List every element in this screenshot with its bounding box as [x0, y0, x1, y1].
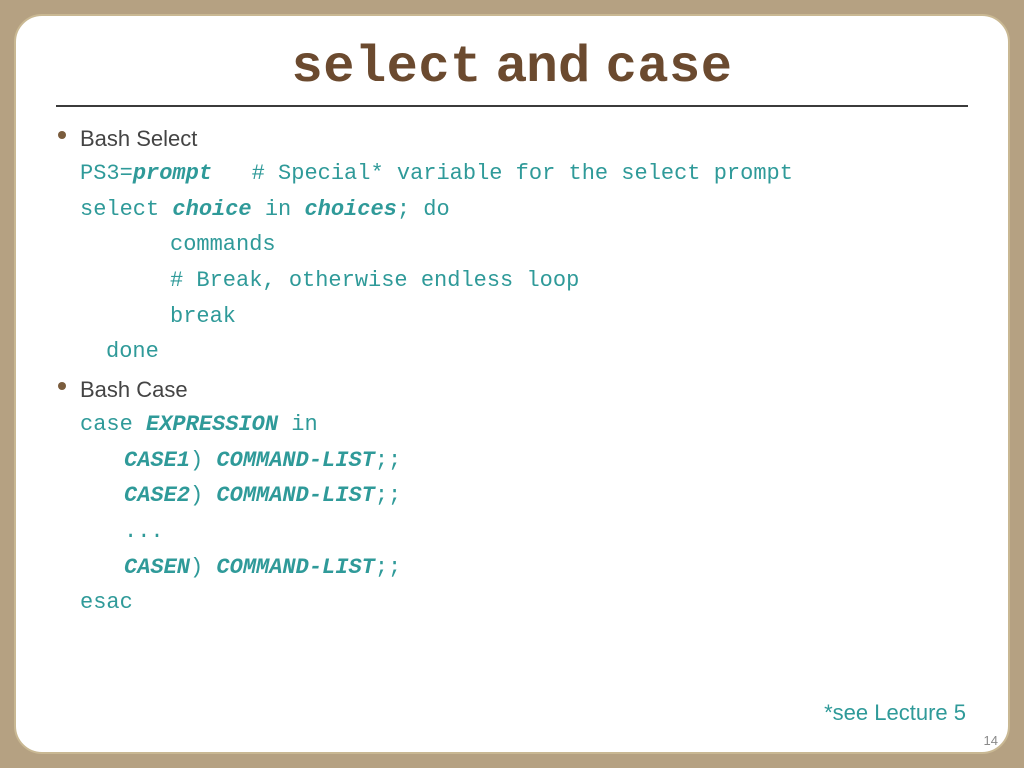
title-keyword-case: case [606, 38, 733, 97]
code-line: done [80, 334, 968, 370]
code-line: break [80, 299, 968, 335]
code-line: CASEN) COMMAND-LIST;; [80, 550, 968, 586]
page-number: 14 [984, 733, 998, 748]
code-block-select: PS3=prompt # Special* variable for the s… [80, 156, 968, 370]
slide-title: select and case [56, 34, 968, 97]
title-rule [56, 105, 968, 107]
code-line: case EXPRESSION in [80, 407, 968, 443]
bullet-list: Bash Select PS3=prompt # Special* variab… [56, 121, 968, 621]
slide-card: select and case Bash Select PS3=prompt #… [14, 14, 1010, 754]
code-line: commands [80, 227, 968, 263]
title-mid: and [482, 35, 606, 93]
code-line: PS3=prompt # Special* variable for the s… [80, 156, 968, 192]
code-line: esac [80, 585, 968, 621]
bullet-head: Bash Case [80, 372, 968, 407]
bullet-bash-select: Bash Select PS3=prompt # Special* variab… [56, 121, 968, 370]
code-line: CASE2) COMMAND-LIST;; [80, 478, 968, 514]
footnote: *see Lecture 5 [824, 700, 966, 726]
bullet-bash-case: Bash Case case EXPRESSION in CASE1) COMM… [56, 372, 968, 621]
title-keyword-select: select [292, 38, 482, 97]
bullet-head: Bash Select [80, 121, 968, 156]
code-line: # Break, otherwise endless loop [80, 263, 968, 299]
code-line: select choice in choices; do [80, 192, 968, 228]
code-block-case: case EXPRESSION in CASE1) COMMAND-LIST;;… [80, 407, 968, 621]
code-line: CASE1) COMMAND-LIST;; [80, 443, 968, 479]
code-line: ... [80, 514, 968, 550]
